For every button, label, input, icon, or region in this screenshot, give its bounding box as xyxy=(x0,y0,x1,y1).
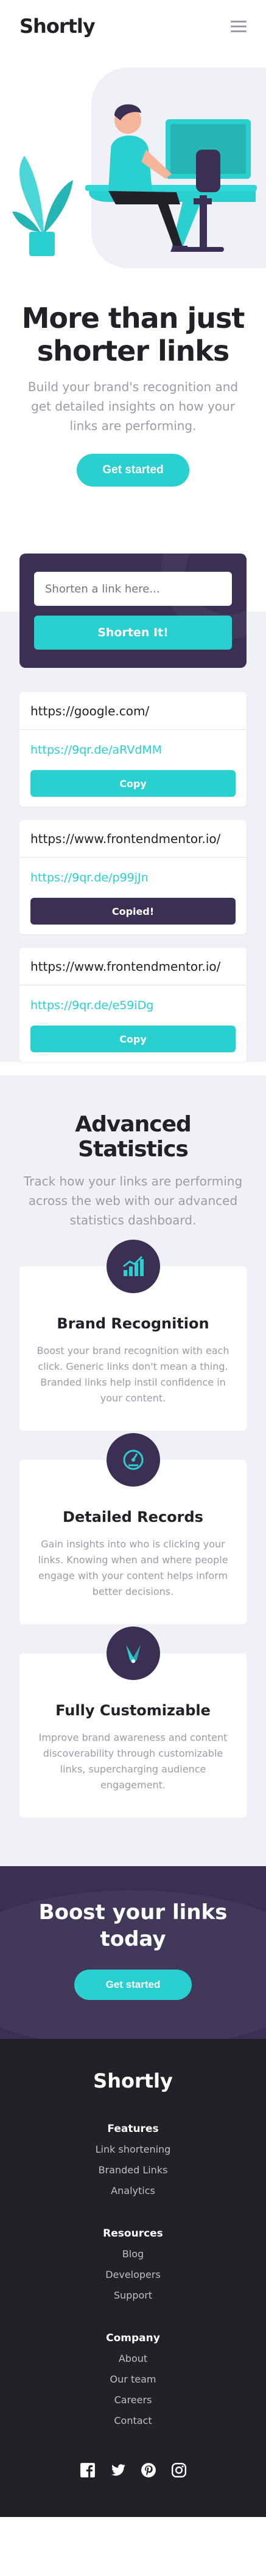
card-title: Brand Recognition xyxy=(57,1315,209,1332)
hero-section: More than just shorter links Build your … xyxy=(0,283,266,487)
copy-button[interactable]: Copy xyxy=(30,770,236,797)
pinterest-icon[interactable] xyxy=(141,2462,156,2478)
boost-get-started-button[interactable]: Get started xyxy=(74,1970,192,2000)
footer-column-resources: Resources Blog Developers Support xyxy=(19,2227,247,2302)
footer-column-company: Company About Our team Careers Contact xyxy=(19,2332,247,2427)
original-link: https://google.com/ xyxy=(19,692,247,730)
statistics-section: Advanced Statistics Track how your links… xyxy=(0,1075,266,1866)
card-text: Improve brand awareness and content disc… xyxy=(38,1732,228,1791)
detailed-records-gauge-icon xyxy=(106,1433,160,1487)
footer-link[interactable]: Our team xyxy=(19,2373,247,2386)
footer-column-features: Features Link shortening Branded Links A… xyxy=(19,2123,247,2197)
shorten-link-input[interactable] xyxy=(34,572,232,606)
statistics-subtitle: Track how your links are performing acro… xyxy=(23,1174,243,1227)
boost-title: Boost your links today xyxy=(38,1900,228,1951)
copy-button[interactable]: Copy xyxy=(30,1026,236,1052)
short-link[interactable]: https://9qr.de/aRVdMM xyxy=(19,730,247,770)
short-link[interactable]: https://9qr.de/e59iDg xyxy=(19,985,247,1026)
footer-link[interactable]: Branded Links xyxy=(19,2164,247,2176)
hero-title: More than just shorter links xyxy=(21,302,245,367)
footer-logo[interactable]: Shortly xyxy=(19,2069,247,2092)
twitter-icon[interactable] xyxy=(110,2462,126,2478)
feature-card-detailed-records: Detailed Records Gain insights into who … xyxy=(19,1433,247,1624)
footer-link[interactable]: Link shortening xyxy=(19,2144,247,2156)
shorten-form: Shorten It! xyxy=(19,554,247,668)
facebook-icon[interactable] xyxy=(80,2462,96,2478)
list-item: https://google.com/ https://9qr.de/aRVdM… xyxy=(19,692,247,807)
hero-subtitle: Build your brand's recognition and get d… xyxy=(27,380,239,433)
footer-link[interactable]: Support xyxy=(19,2290,247,2302)
site-footer: Shortly Features Link shortening Branded… xyxy=(0,2039,266,2517)
shorten-section: Shorten It! xyxy=(0,554,266,671)
site-header: Shortly xyxy=(0,0,266,52)
shortened-links-list: https://google.com/ https://9qr.de/aRVdM… xyxy=(0,668,266,1062)
card-title: Detailed Records xyxy=(63,1508,203,1526)
footer-link[interactable]: Careers xyxy=(19,2394,247,2406)
card-text: Boost your brand recognition with each c… xyxy=(37,1345,229,1404)
feature-card-fully-customizable: Fully Customizable Improve brand awarene… xyxy=(19,1626,247,1817)
brand-recognition-chart-icon xyxy=(106,1240,160,1293)
shorten-it-button[interactable]: Shorten It! xyxy=(34,616,232,650)
fully-customizable-pens-icon xyxy=(106,1626,160,1680)
footer-link[interactable]: About xyxy=(19,2353,247,2365)
footer-link[interactable]: Analytics xyxy=(19,2185,247,2197)
social-links xyxy=(19,2462,247,2478)
hamburger-menu-icon[interactable] xyxy=(231,20,247,32)
list-item: https://www.frontendmentor.io/ https://9… xyxy=(19,820,247,934)
original-link: https://www.frontendmentor.io/ xyxy=(19,820,247,858)
short-link[interactable]: https://9qr.de/p99jJn xyxy=(19,858,247,898)
hero-illustration xyxy=(0,52,266,283)
logo[interactable]: Shortly xyxy=(19,15,96,38)
boost-section: Boost your links today Get started xyxy=(0,1866,266,2039)
card-text: Gain insights into who is clicking your … xyxy=(38,1538,228,1597)
footer-link[interactable]: Blog xyxy=(19,2248,247,2260)
footer-heading: Features xyxy=(107,2123,159,2135)
footer-heading: Resources xyxy=(103,2227,163,2240)
list-item: https://www.frontendmentor.io/ https://9… xyxy=(19,948,247,1062)
footer-link[interactable]: Developers xyxy=(19,2269,247,2281)
instagram-icon[interactable] xyxy=(171,2462,187,2478)
feature-card-brand-recognition: Brand Recognition Boost your brand recog… xyxy=(19,1240,247,1431)
original-link: https://www.frontendmentor.io/ xyxy=(19,948,247,985)
footer-link[interactable]: Contact xyxy=(19,2415,247,2427)
footer-heading: Company xyxy=(106,2332,160,2344)
get-started-button[interactable]: Get started xyxy=(77,454,189,487)
copied-button[interactable]: Copied! xyxy=(30,898,236,925)
card-title: Fully Customizable xyxy=(55,1702,211,1719)
statistics-title: Advanced Statistics xyxy=(75,1112,192,1162)
person-working-illustration xyxy=(12,104,257,256)
feature-cards: Brand Recognition Boost your brand recog… xyxy=(19,1240,247,1817)
